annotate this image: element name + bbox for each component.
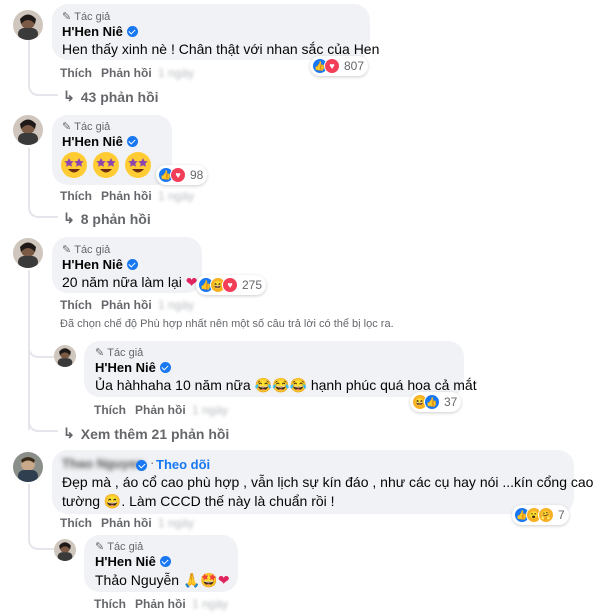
author-name[interactable]: H'Hen Niê	[95, 554, 171, 569]
thread-connector	[28, 410, 58, 432]
red-heart-emoji-icon: ❤	[217, 572, 230, 588]
comment-text-line: Đẹp mà , áo cổ cao phù hợp , vẫn lịch sự…	[62, 474, 594, 490]
laughing-emoji-icon: 😂	[272, 377, 290, 393]
star-struck-emoji-icon	[93, 152, 119, 178]
like-button[interactable]: Thích	[60, 189, 92, 203]
like-reaction-icon: 👍	[424, 394, 440, 410]
laughing-emoji-icon: 😂	[289, 377, 307, 393]
timestamp: 1 ngày	[158, 516, 195, 530]
thread-connector	[28, 340, 54, 358]
like-button[interactable]: Thích	[60, 66, 92, 80]
author-tag: ✎ Tác giả	[62, 120, 111, 134]
comment-text-line: tường 😄. Làm CCCD thế này là chuẩn rồi !	[62, 493, 335, 509]
star-struck-emoji-icon	[61, 152, 87, 178]
timestamp: 1 ngày	[158, 66, 195, 80]
avatar[interactable]	[13, 115, 43, 145]
love-reaction-icon: ♥	[222, 277, 238, 293]
avatar[interactable]	[54, 345, 76, 367]
avatar[interactable]	[13, 10, 43, 40]
grinning-emoji-icon: 😄	[103, 493, 122, 509]
laughing-emoji-icon: 😂	[254, 377, 273, 393]
reaction-summary[interactable]: 👍 😮 🤗 7	[512, 505, 569, 525]
avatar[interactable]	[13, 238, 43, 268]
star-struck-emoji-row	[60, 151, 152, 179]
author-tag: ✎ Tác giả	[62, 10, 111, 24]
love-reaction-icon: ♥	[324, 58, 340, 74]
verified-badge-icon	[126, 26, 138, 37]
like-button[interactable]: Thích	[94, 597, 126, 611]
avatar[interactable]	[13, 452, 43, 482]
verified-badge-icon	[159, 556, 171, 567]
follow-button[interactable]: Theo dõi	[156, 457, 210, 472]
reaction-summary[interactable]: 👍 ♥ 98	[156, 165, 208, 185]
separator-dot: ·	[150, 455, 155, 470]
comment-text: 20 năm nữa làm lại ❤	[62, 274, 198, 290]
timestamp: 1 ngày	[158, 298, 195, 312]
avatar[interactable]	[54, 539, 76, 561]
folded-hands-emoji-icon: 🙏	[182, 572, 201, 588]
view-replies-button[interactable]: ↳ 8 phản hồi	[63, 210, 151, 227]
reaction-summary[interactable]: 😆 👍 37	[410, 392, 462, 412]
thread-connector	[28, 148, 58, 218]
pencil-icon: ✎	[95, 541, 105, 553]
verified-badge-icon	[159, 362, 171, 373]
star-struck-emoji-icon	[125, 152, 151, 178]
reply-arrow-icon: ↳	[63, 88, 75, 104]
reply-arrow-icon: ↳	[63, 210, 75, 226]
pencil-icon: ✎	[62, 244, 72, 256]
author-tag: ✎ Tác giả	[95, 540, 144, 554]
reply-arrow-icon: ↳	[63, 425, 75, 441]
star-struck-emoji-icon: 🤩	[200, 572, 218, 588]
author-name[interactable]: H'Hen Niê	[95, 360, 171, 375]
verified-badge-icon	[126, 259, 138, 270]
commenter-name-blurred[interactable]: Thao Nguyen	[62, 456, 144, 471]
pencil-icon: ✎	[62, 11, 72, 23]
care-reaction-icon: 🤗	[538, 507, 554, 523]
pencil-icon: ✎	[95, 347, 105, 359]
author-name[interactable]: H'Hen Niê	[62, 257, 138, 272]
reply-button[interactable]: Phản hồi	[101, 298, 152, 312]
view-replies-button[interactable]: ↳ 43 phản hồi	[63, 88, 159, 105]
like-button[interactable]: Thích	[60, 516, 92, 530]
reaction-summary[interactable]: 👍 😆 ♥ 275	[196, 275, 267, 295]
love-reaction-icon: ♥	[170, 167, 186, 183]
reply-button[interactable]: Phản hồi	[101, 66, 152, 80]
reply-button[interactable]: Phản hồi	[135, 403, 186, 417]
reply-text: Thảo Nguyễn 🙏🤩❤	[95, 572, 230, 588]
thread-connector	[28, 484, 54, 550]
thread-connector	[28, 40, 58, 96]
timestamp: 1 ngày	[192, 597, 229, 611]
timestamp: 1 ngày	[192, 403, 229, 417]
view-more-replies-button[interactable]: ↳ Xem thêm 21 phản hồi	[63, 425, 229, 442]
author-tag: ✎ Tác giả	[62, 243, 111, 257]
author-name[interactable]: H'Hen Niê	[62, 134, 138, 149]
author-tag: ✎ Tác giả	[95, 346, 144, 360]
author-name[interactable]: H'Hen Niê	[62, 24, 138, 39]
reply-button[interactable]: Phản hồi	[101, 516, 152, 530]
verified-badge-icon	[126, 136, 138, 147]
filter-notice: Đã chọn chế độ Phù hợp nhất nên một số c…	[60, 318, 394, 330]
like-button[interactable]: Thích	[94, 403, 126, 417]
reply-button[interactable]: Phản hồi	[135, 597, 186, 611]
reply-button[interactable]: Phản hồi	[101, 189, 152, 203]
pencil-icon: ✎	[62, 121, 72, 133]
reaction-summary[interactable]: 👍 ♥ 807	[310, 56, 369, 76]
like-button[interactable]: Thích	[60, 298, 92, 312]
timestamp: 1 ngày	[158, 189, 195, 203]
